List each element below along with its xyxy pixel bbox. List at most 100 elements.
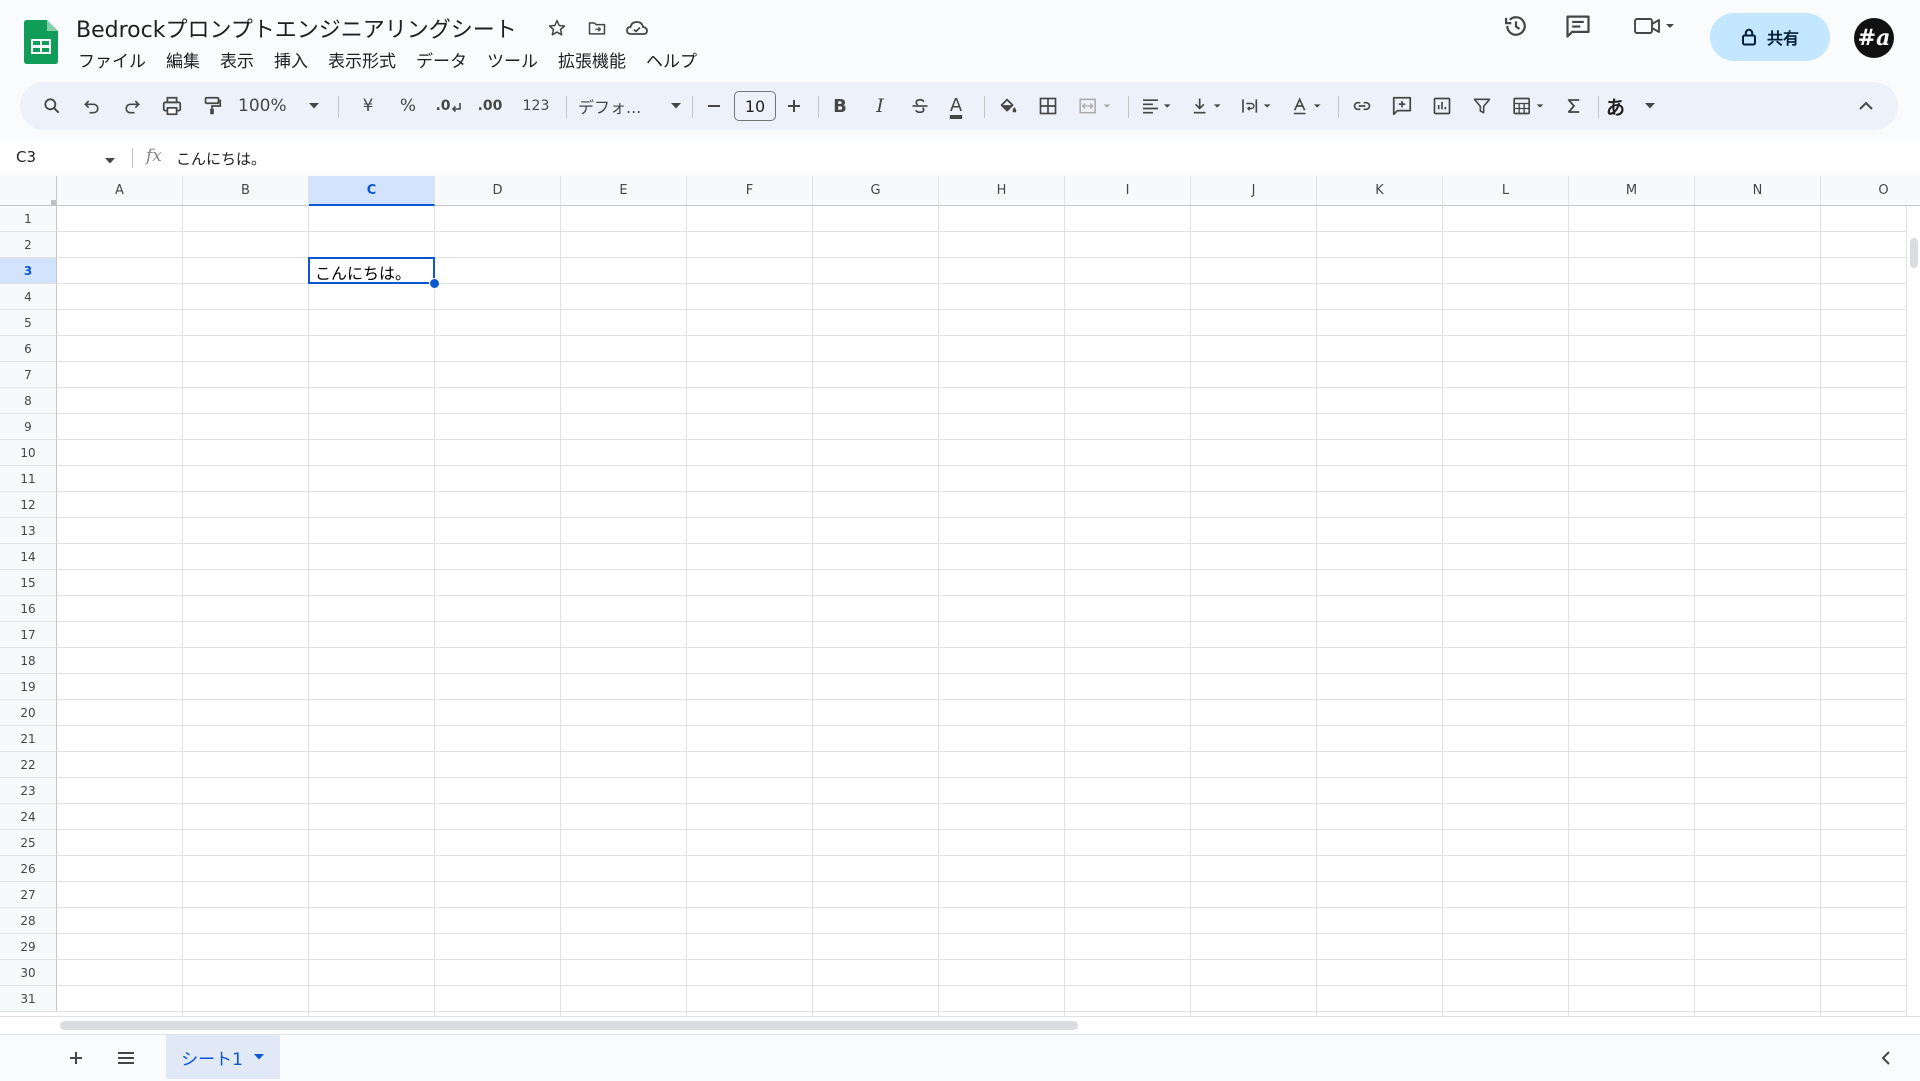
menu-extensions[interactable]: 拡張機能 — [548, 45, 636, 74]
formula-input[interactable]: こんにちは。 — [176, 148, 266, 169]
menu-format[interactable]: 表示形式 — [318, 45, 406, 74]
menu-tools[interactable]: ツール — [477, 45, 548, 74]
zoom-select[interactable]: 100% — [238, 90, 320, 122]
row-header[interactable]: 24 — [0, 804, 57, 830]
fill-handle[interactable] — [429, 278, 440, 289]
version-history-icon[interactable] — [1500, 10, 1532, 42]
row-header[interactable]: 14 — [0, 544, 57, 570]
undo-icon[interactable] — [76, 90, 108, 122]
font-family-select[interactable]: デフォ... — [578, 90, 682, 122]
merge-cells-icon[interactable] — [1072, 90, 1120, 122]
row-header[interactable]: 31 — [0, 986, 57, 1012]
input-tools-button[interactable]: あ — [1606, 90, 1656, 122]
insert-link-icon[interactable] — [1346, 90, 1378, 122]
column-header[interactable]: D — [435, 176, 561, 206]
horizontal-scrollbar-thumb[interactable] — [60, 1021, 1078, 1030]
row-header[interactable]: 25 — [0, 830, 57, 856]
row-header[interactable]: 16 — [0, 596, 57, 622]
row-header[interactable]: 9 — [0, 414, 57, 440]
menu-file[interactable]: ファイル — [68, 45, 156, 74]
chevron-down-icon[interactable] — [104, 150, 116, 169]
row-header[interactable]: 23 — [0, 778, 57, 804]
text-color-button[interactable]: A — [938, 90, 974, 122]
row-header[interactable]: 13 — [0, 518, 57, 544]
row-header[interactable]: 21 — [0, 726, 57, 752]
menu-insert[interactable]: 挿入 — [264, 45, 318, 74]
filter-views-icon[interactable] — [1506, 90, 1554, 122]
redo-icon[interactable] — [116, 90, 148, 122]
increase-font-size-icon[interactable] — [778, 90, 810, 122]
menu-view[interactable]: 表示 — [210, 45, 264, 74]
column-header[interactable]: K — [1317, 176, 1443, 206]
chevron-down-icon[interactable] — [253, 1053, 265, 1061]
horizontal-align-icon[interactable] — [1136, 90, 1180, 122]
borders-icon[interactable] — [1032, 90, 1064, 122]
functions-icon[interactable] — [1558, 90, 1590, 122]
insert-comment-icon[interactable] — [1386, 90, 1418, 122]
cloud-saved-icon[interactable] — [622, 14, 652, 42]
menu-help[interactable]: ヘルプ — [636, 45, 707, 74]
row-header[interactable]: 5 — [0, 310, 57, 336]
italic-button[interactable]: I — [864, 90, 896, 122]
share-button[interactable]: 共有 — [1710, 13, 1830, 61]
insert-chart-icon[interactable] — [1426, 90, 1458, 122]
row-header[interactable]: 19 — [0, 674, 57, 700]
horizontal-scrollbar[interactable] — [0, 1016, 1920, 1035]
meet-icon[interactable] — [1630, 10, 1680, 42]
vertical-scrollbar-thumb[interactable] — [1910, 238, 1918, 268]
column-header[interactable]: E — [561, 176, 687, 206]
select-all-corner[interactable] — [0, 176, 57, 206]
decrease-decimal-button[interactable]: .0 — [432, 90, 464, 122]
collapse-menus-icon[interactable] — [1850, 90, 1882, 122]
currency-format-button[interactable]: ¥ — [352, 90, 384, 122]
fill-color-icon[interactable] — [990, 90, 1026, 122]
menu-edit[interactable]: 編集 — [156, 45, 210, 74]
font-size-input[interactable]: 10 — [734, 91, 776, 121]
row-header[interactable]: 26 — [0, 856, 57, 882]
column-header[interactable]: H — [939, 176, 1065, 206]
column-header[interactable]: B — [183, 176, 309, 206]
row-header[interactable]: 12 — [0, 492, 57, 518]
decrease-font-size-icon[interactable] — [698, 90, 730, 122]
more-formats-button[interactable]: 123 — [516, 90, 556, 122]
strikethrough-icon[interactable] — [904, 90, 936, 122]
column-header[interactable]: F — [687, 176, 813, 206]
all-sheets-menu-icon[interactable] — [108, 1041, 144, 1075]
column-header[interactable]: J — [1191, 176, 1317, 206]
row-header[interactable]: 18 — [0, 648, 57, 674]
document-title[interactable]: Bedrockプロンプトエンジニアリングシート — [76, 12, 517, 44]
row-header[interactable]: 2 — [0, 232, 57, 258]
column-header[interactable]: I — [1065, 176, 1191, 206]
move-folder-icon[interactable] — [582, 14, 612, 42]
column-header[interactable]: L — [1443, 176, 1569, 206]
row-header[interactable]: 20 — [0, 700, 57, 726]
text-rotation-icon[interactable] — [1286, 90, 1330, 122]
column-header[interactable]: A — [57, 176, 183, 206]
row-header[interactable]: 3 — [0, 258, 57, 284]
row-header[interactable]: 17 — [0, 622, 57, 648]
bold-button[interactable]: B — [824, 90, 856, 122]
sheets-logo-icon[interactable] — [24, 20, 58, 64]
filter-icon[interactable] — [1466, 90, 1498, 122]
column-header[interactable]: G — [813, 176, 939, 206]
account-avatar[interactable]: #a — [1854, 18, 1894, 58]
increase-decimal-button[interactable]: .00 — [472, 90, 508, 122]
column-header[interactable]: M — [1569, 176, 1695, 206]
row-header[interactable]: 8 — [0, 388, 57, 414]
star-icon[interactable] — [542, 14, 572, 42]
column-header[interactable]: C — [309, 176, 435, 206]
column-header[interactable]: N — [1695, 176, 1821, 206]
row-header[interactable]: 11 — [0, 466, 57, 492]
spreadsheet-grid[interactable]: A B C D E F G H I J K L M N O 1 2 3 4 5 6 7 8 9 10 11 12 13 14 15 16 17… — [0, 176, 1920, 1016]
row-header[interactable]: 10 — [0, 440, 57, 466]
menu-data[interactable]: データ — [406, 45, 477, 74]
row-header[interactable]: 27 — [0, 882, 57, 908]
add-sheet-icon[interactable] — [58, 1041, 94, 1075]
row-header[interactable]: 15 — [0, 570, 57, 596]
text-wrapping-icon[interactable] — [1236, 90, 1280, 122]
row-header[interactable]: 22 — [0, 752, 57, 778]
row-header[interactable]: 28 — [0, 908, 57, 934]
paint-format-icon[interactable] — [196, 90, 228, 122]
column-header[interactable]: O — [1821, 176, 1920, 206]
comments-icon[interactable] — [1562, 10, 1594, 42]
